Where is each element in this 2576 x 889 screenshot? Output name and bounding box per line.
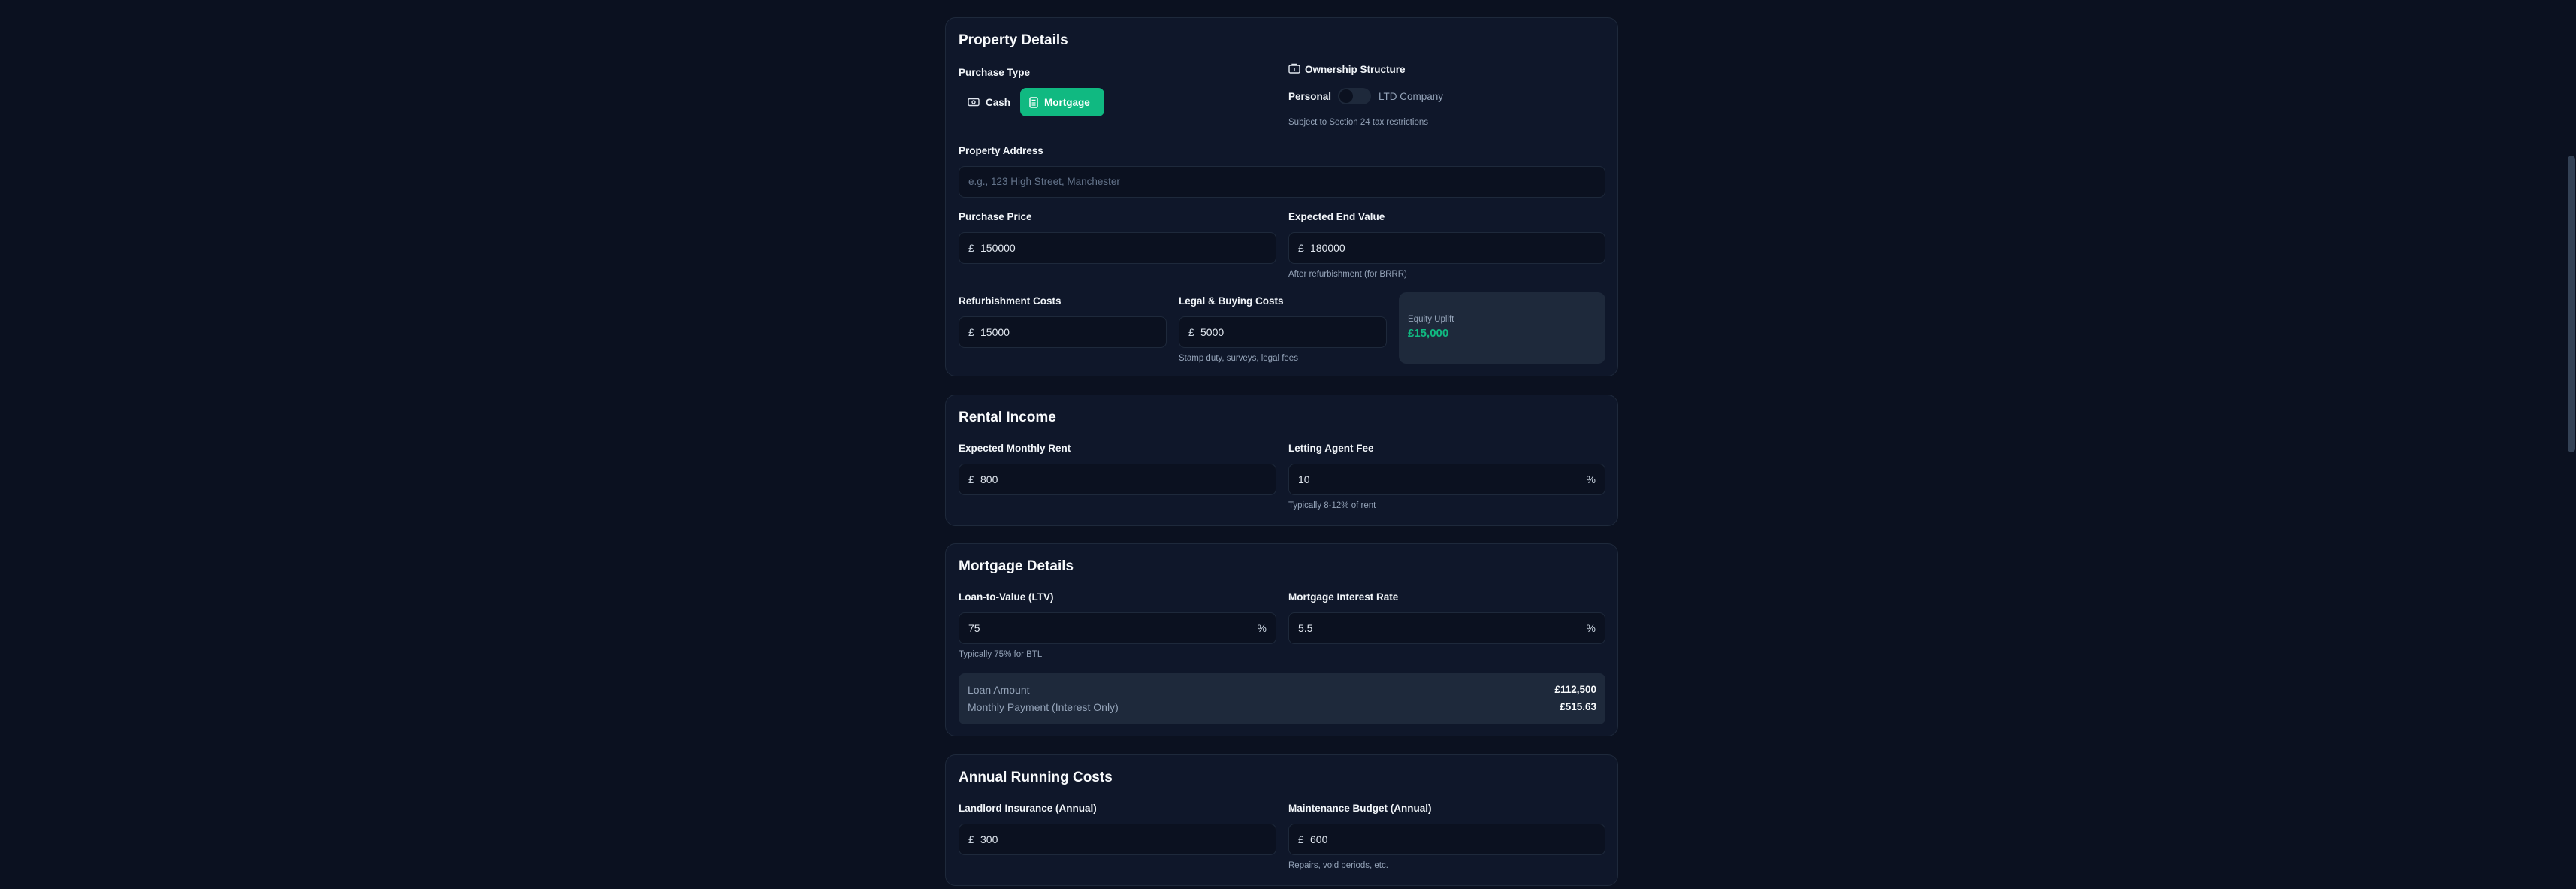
refurbishment-label: Refurbishment Costs [959, 295, 1062, 307]
equity-uplift-label: Equity Uplift [1408, 315, 1454, 324]
equity-uplift-panel: Equity Uplift £15,000 [1399, 292, 1605, 364]
refurbishment-value: 15000 [980, 326, 1010, 338]
property-details-title: Property Details [959, 32, 1068, 48]
scrollbar-thumb[interactable] [2568, 156, 2575, 452]
property-details-card: Property Details Purchase Type Cash Mort… [945, 17, 1618, 376]
cash-label: Cash [986, 96, 1011, 108]
cash-button[interactable]: Cash [959, 88, 1013, 116]
landlord-insurance-label: Landlord Insurance (Annual) [959, 803, 1097, 814]
running-costs-card: Annual Running Costs Landlord Insurance … [945, 754, 1618, 886]
ltv-value: 75 [968, 622, 980, 634]
letting-agent-fee-hint: Typically 8-12% of rent [1288, 501, 1376, 510]
currency-prefix: £ [968, 242, 974, 254]
interest-rate-label: Mortgage Interest Rate [1288, 591, 1399, 603]
monthly-rent-input[interactable]: £ 800 [959, 464, 1276, 495]
interest-rate-input[interactable]: 5.5 % [1288, 612, 1605, 644]
maintenance-budget-label: Maintenance Budget (Annual) [1288, 803, 1432, 814]
monthly-payment-value: £515.63 [1560, 701, 1596, 712]
end-value-input[interactable]: £ 180000 [1288, 232, 1605, 264]
mortgage-label: Mortgage [1044, 96, 1090, 108]
ownership-structure-label: Ownership Structure [1305, 64, 1406, 75]
page-scrollbar[interactable] [2567, 0, 2576, 889]
end-value-value: 180000 [1310, 242, 1345, 254]
property-address-input[interactable]: e.g., 123 High Street, Manchester [959, 166, 1605, 198]
mortgage-button[interactable]: Mortgage [1020, 88, 1104, 116]
mortgage-details-title: Mortgage Details [959, 558, 1074, 574]
ltv-label: Loan-to-Value (LTV) [959, 591, 1054, 603]
letting-agent-fee-value: 10 [1298, 473, 1310, 485]
percent-suffix: % [1257, 622, 1267, 634]
interest-rate-value: 5.5 [1298, 622, 1313, 634]
personal-label: Personal [1288, 91, 1332, 102]
banknote-icon [968, 98, 980, 107]
end-value-label: Expected End Value [1288, 211, 1385, 222]
mortgage-summary-panel: Loan Amount £112,500 Monthly Payment (In… [959, 673, 1605, 724]
currency-prefix: £ [968, 833, 974, 845]
purchase-price-input[interactable]: £ 150000 [959, 232, 1276, 264]
ltv-input[interactable]: 75 % [959, 612, 1276, 644]
percent-suffix: % [1586, 622, 1596, 634]
purchase-price-label: Purchase Price [959, 211, 1032, 222]
landlord-insurance-value: 300 [980, 833, 998, 845]
monthly-rent-label: Expected Monthly Rent [959, 443, 1071, 454]
mortgage-details-card: Mortgage Details Loan-to-Value (LTV) 75 … [945, 543, 1618, 736]
ownership-hint: Subject to Section 24 tax restrictions [1288, 118, 1429, 127]
currency-prefix: £ [1298, 833, 1304, 845]
loan-amount-value: £112,500 [1554, 684, 1596, 695]
property-address-label: Property Address [959, 145, 1043, 156]
monthly-payment-label: Monthly Payment (Interest Only) [968, 701, 1119, 713]
maintenance-budget-hint: Repairs, void periods, etc. [1288, 861, 1388, 870]
legal-costs-label: Legal & Buying Costs [1179, 295, 1284, 307]
equity-uplift-value: £15,000 [1408, 327, 1449, 340]
end-value-hint: After refurbishment (for BRRR) [1288, 270, 1407, 279]
letting-agent-fee-label: Letting Agent Fee [1288, 443, 1374, 454]
loan-amount-label: Loan Amount [968, 684, 1030, 696]
monthly-rent-value: 800 [980, 473, 998, 485]
toggle-knob [1339, 89, 1353, 103]
ltv-hint: Typically 75% for BTL [959, 650, 1043, 659]
letting-agent-fee-input[interactable]: 10 % [1288, 464, 1605, 495]
landlord-insurance-input[interactable]: £ 300 [959, 824, 1276, 855]
currency-prefix: £ [968, 473, 974, 485]
purchase-type-label: Purchase Type [959, 67, 1031, 78]
legal-costs-input[interactable]: £ 5000 [1179, 316, 1387, 348]
ownership-toggle[interactable] [1338, 88, 1371, 104]
maintenance-budget-value: 600 [1310, 833, 1328, 845]
running-costs-title: Annual Running Costs [959, 770, 1113, 785]
purchase-price-value: 150000 [980, 242, 1016, 254]
currency-prefix: £ [1188, 326, 1194, 338]
currency-prefix: £ [968, 326, 974, 338]
address-placeholder: e.g., 123 High Street, Manchester [968, 176, 1120, 187]
percent-suffix: % [1586, 473, 1596, 485]
rental-income-title: Rental Income [959, 410, 1056, 425]
calculator-icon [1029, 96, 1038, 108]
legal-costs-value: 5000 [1200, 326, 1225, 338]
currency-prefix: £ [1298, 242, 1304, 254]
maintenance-budget-input[interactable]: £ 600 [1288, 824, 1605, 855]
legal-costs-hint: Stamp duty, surveys, legal fees [1179, 354, 1298, 363]
rental-income-card: Rental Income Expected Monthly Rent £ 80… [945, 395, 1618, 526]
ltd-company-label: LTD Company [1379, 91, 1444, 102]
building-icon [1288, 63, 1300, 74]
refurbishment-input[interactable]: £ 15000 [959, 316, 1167, 348]
